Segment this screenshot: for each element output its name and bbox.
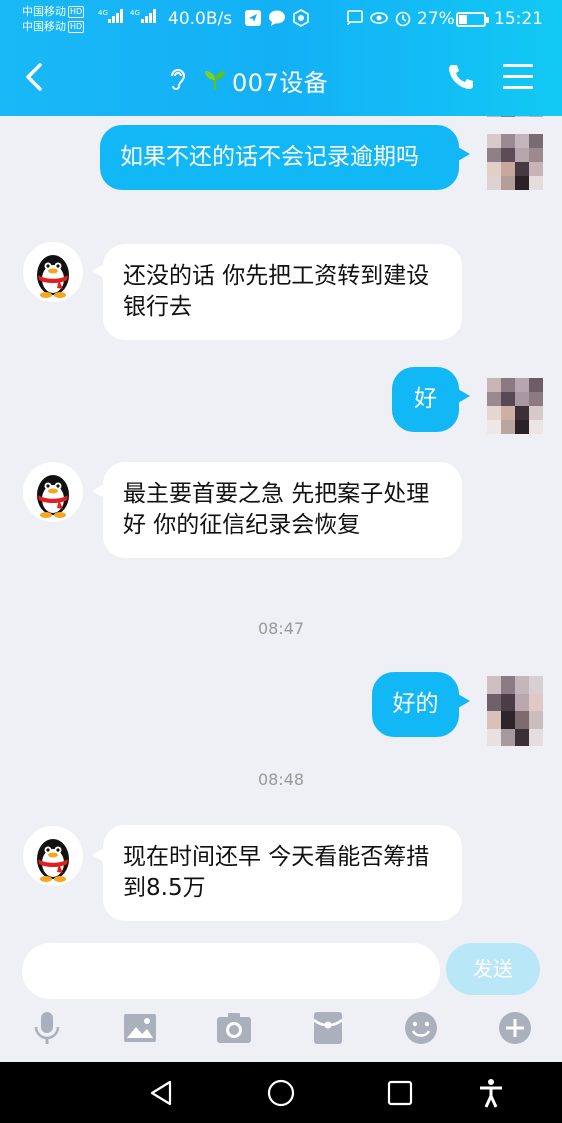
plus-icon[interactable] [497, 1010, 533, 1046]
my-avatar[interactable] [487, 676, 543, 746]
input-bar: 发送 [0, 938, 562, 1062]
cast-icon [347, 10, 363, 26]
back-triangle-icon[interactable] [146, 1078, 176, 1108]
contact-avatar[interactable] [23, 242, 83, 302]
qq-penguin-icon [37, 475, 69, 518]
message-bubble-incoming[interactable]: 现在时间还早 今天看能否筹措到8.5万 [103, 825, 462, 921]
carrier-info: 中国移动 HD 中国移动 HD [22, 4, 85, 34]
my-avatar[interactable] [487, 134, 543, 190]
hd-badge-1: HD [68, 5, 85, 18]
clock: 15:21 [494, 9, 543, 29]
back-arrow-icon[interactable] [22, 62, 48, 92]
hd-badge-2: HD [68, 20, 85, 33]
home-circle-icon[interactable] [266, 1078, 296, 1108]
message-bubble-incoming[interactable]: 最主要首要之急 先把案子处理好 你的征信纪录会恢复 [103, 462, 462, 558]
message-bubble-outgoing[interactable]: 好的 [372, 672, 459, 737]
status-bar: 中国移动 HD 中国移动 HD 4G 4G 40.0B/s 27% 15:21 [0, 0, 562, 38]
network-type-2: 4G [130, 9, 140, 17]
red-packet-icon[interactable] [310, 1010, 346, 1046]
contact-avatar[interactable] [23, 462, 83, 522]
message-bubble-incoming[interactable]: 还没的话 你先把工资转到建设银行去 [103, 244, 462, 340]
send-button[interactable]: 发送 [446, 943, 540, 995]
app-notification-icon [293, 9, 309, 27]
message-timestamp: 08:47 [257, 619, 305, 638]
message-list[interactable]: 如果不还的话不会记录逾期吗 还没的话 你先把工资转到建设银行去 好 最主要首要之… [0, 116, 562, 938]
sprout-icon [205, 71, 225, 90]
microphone-icon[interactable] [29, 1010, 65, 1046]
bubble-tail [458, 389, 470, 403]
emoji-icon[interactable] [403, 1010, 439, 1046]
accessibility-icon[interactable] [476, 1078, 506, 1108]
system-nav-bar [0, 1062, 562, 1123]
phone-call-icon[interactable] [446, 62, 476, 92]
qq-penguin-icon [37, 255, 69, 298]
battery-icon [456, 12, 489, 27]
message-input[interactable] [22, 943, 440, 999]
message-timestamp: 08:48 [257, 770, 305, 789]
recent-apps-icon[interactable] [385, 1078, 415, 1108]
earpiece-mode-icon[interactable] [167, 66, 189, 92]
telegram-icon [245, 10, 261, 26]
battery-percent: 27% [417, 9, 455, 29]
message-bubble-outgoing[interactable]: 如果不还的话不会记录逾期吗 [100, 125, 459, 190]
image-icon[interactable] [122, 1010, 158, 1046]
contact-avatar[interactable] [23, 826, 83, 886]
app-header: 中国移动 HD 中国移动 HD 4G 4G 40.0B/s 27% 15:21 00… [0, 0, 562, 116]
signal-icon-2 [141, 9, 156, 23]
menu-icon[interactable] [503, 64, 533, 90]
bubble-tail [458, 694, 470, 708]
carrier-1: 中国移动 [22, 5, 66, 18]
message-bubble-outgoing[interactable]: 好 [392, 367, 459, 432]
network-speed: 40.0B/s [168, 9, 233, 29]
title-bar: 007设备 [0, 50, 562, 106]
my-avatar[interactable] [487, 116, 543, 132]
bubble-tail [458, 147, 470, 161]
signal-icon-1 [108, 9, 123, 23]
chat-notification-icon [269, 10, 285, 26]
eye-comfort-icon [370, 12, 388, 24]
carrier-2: 中国移动 [22, 20, 66, 33]
chat-title: 007设备 [232, 69, 329, 97]
my-avatar[interactable] [487, 378, 543, 434]
qq-penguin-icon [37, 839, 69, 882]
camera-icon[interactable] [216, 1010, 252, 1046]
alarm-icon [395, 11, 411, 27]
network-type-1: 4G [98, 9, 108, 17]
